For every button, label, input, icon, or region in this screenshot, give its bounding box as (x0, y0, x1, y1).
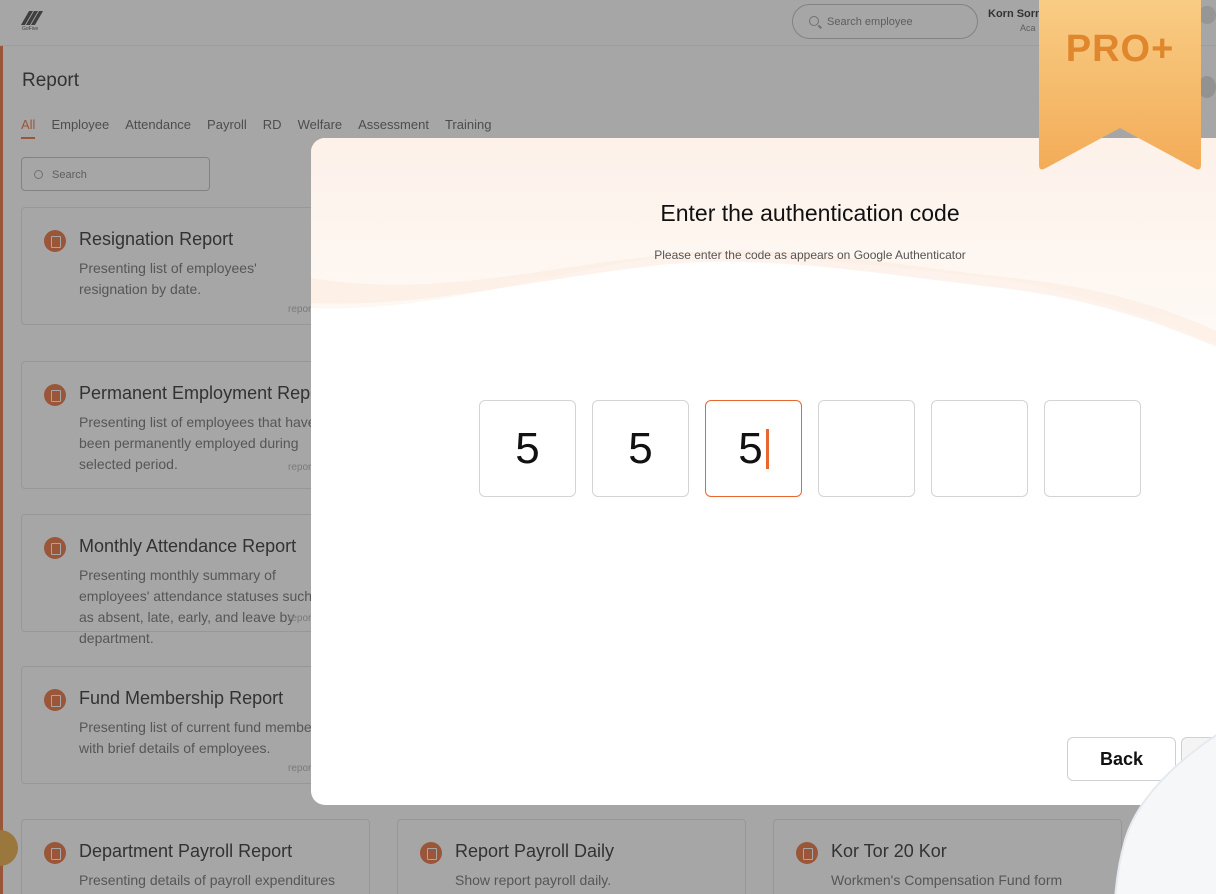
modal-subtitle: Please enter the code as appears on Goog… (654, 248, 966, 262)
pro-plus-ribbon-badge (1039, 0, 1201, 170)
otp-digit-2[interactable]: 5 (592, 400, 689, 497)
otp-digit-value: 5 (628, 423, 653, 473)
otp-digit-1[interactable]: 5 (479, 400, 576, 497)
otp-digit-3[interactable]: 5 (705, 400, 802, 497)
otp-digit-6[interactable] (1044, 400, 1141, 497)
auth-code-modal: Enter the authentication code Please ent… (311, 138, 1216, 805)
pro-plus-label: PRO+ (1065, 28, 1175, 70)
modal-title: Enter the authentication code (660, 200, 960, 226)
otp-digit-value: 5 (515, 423, 540, 473)
otp-digit-value: 5 (738, 423, 763, 473)
decorative-curve (1114, 734, 1216, 894)
text-cursor (765, 428, 769, 469)
otp-digit-4[interactable] (818, 400, 915, 497)
otp-digit-5[interactable] (931, 400, 1028, 497)
